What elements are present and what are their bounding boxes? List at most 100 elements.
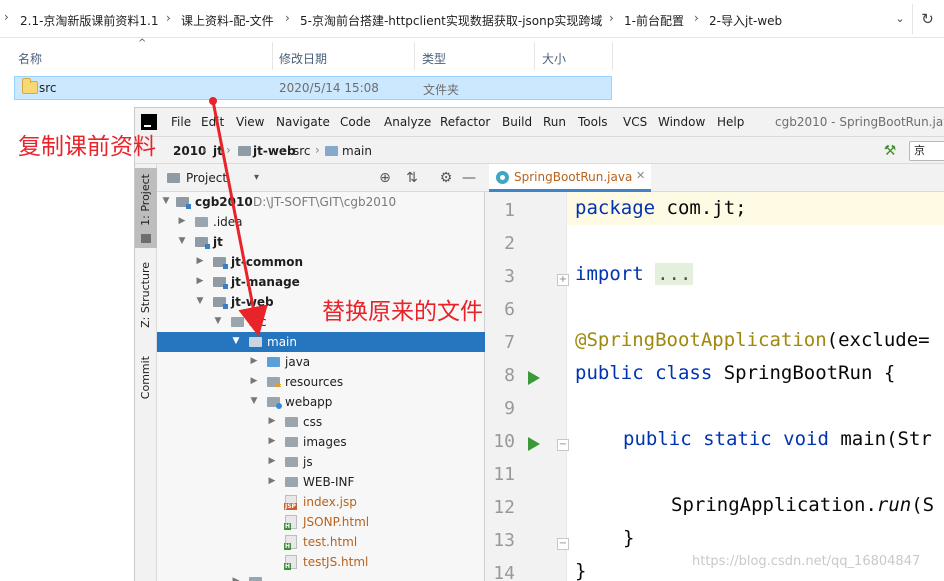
chevron-right-icon: › (280, 143, 285, 157)
tree-item-images[interactable]: ▶ images (157, 432, 485, 452)
refresh-icon[interactable]: ↻ (912, 4, 942, 34)
menu-analyze[interactable]: Analyze (384, 115, 431, 129)
breadcrumb-item[interactable]: 5-京淘前台搭建-httpclient实现数据获取-jsonp实现跨域 (300, 12, 602, 29)
code-area[interactable]: package com.jt; import ... @SpringBootAp… (567, 192, 944, 581)
expand-arrow-icon[interactable]: ▼ (177, 236, 187, 246)
breadcrumb-item[interactable]: 1-前台配置 (624, 12, 684, 29)
column-header-type[interactable]: 类型 (422, 50, 446, 67)
expand-arrow-icon[interactable]: ▼ (213, 316, 223, 326)
structure-tool-button[interactable]: Z: Structure (135, 254, 157, 342)
menu-code[interactable]: Code (340, 115, 371, 129)
file-row-src[interactable]: src 2020/5/14 15:08 文件夹 (14, 76, 612, 100)
breadcrumb-item[interactable]: 2-导入jt-web (709, 12, 782, 29)
column-divider[interactable] (414, 42, 415, 70)
collapse-arrow-icon[interactable]: ▶ (267, 456, 277, 466)
tree-item-java[interactable]: ▶ java (157, 352, 485, 372)
line-number: 1 (504, 200, 515, 221)
chevron-right-icon[interactable]: › (4, 10, 9, 24)
close-icon[interactable]: ✕ (636, 169, 645, 182)
tree-item-idea[interactable]: ▶ .idea (157, 212, 485, 232)
collapse-arrow-icon[interactable]: ▶ (231, 576, 241, 581)
tree-item-label: java (285, 355, 311, 369)
chevron-right-icon[interactable]: › (694, 11, 699, 25)
tree-item-partial[interactable]: ▶ (157, 572, 485, 581)
collapse-arrow-icon[interactable]: ▶ (177, 216, 187, 226)
address-bar[interactable]: › 2.1-京淘新版课前资料1.1 › 课上资料-配-文件 › 5-京淘前台搭建… (0, 0, 944, 38)
menu-build[interactable]: Build (502, 115, 532, 129)
tree-item-jt[interactable]: ▼ jt (157, 232, 485, 252)
breadcrumb-item[interactable]: 课上资料-配-文件 (181, 12, 274, 29)
menu-edit[interactable]: Edit (201, 115, 224, 129)
run-gutter-icon[interactable] (528, 371, 540, 385)
run-configuration-select[interactable]: 京 (909, 141, 944, 161)
run-gutter-icon[interactable] (528, 437, 540, 451)
collapse-all-icon[interactable]: ⇅ (403, 169, 421, 187)
chevron-down-icon[interactable]: ▾ (254, 172, 259, 183)
folded-imports[interactable]: ... (655, 263, 694, 285)
column-header-name[interactable]: 名称 (18, 50, 42, 67)
tree-item-jt-common[interactable]: ▶ jt-common (157, 252, 485, 272)
tree-item-resources[interactable]: ▶ resources (157, 372, 485, 392)
column-header-size[interactable]: 大小 (542, 50, 566, 67)
locate-crosshair-icon[interactable]: ⊕ (376, 169, 394, 187)
menu-window[interactable]: Window (658, 115, 705, 129)
collapse-arrow-icon[interactable]: ▶ (249, 356, 259, 366)
column-header-modified[interactable]: 修改日期 (279, 50, 327, 67)
resources-folder-icon (267, 377, 281, 388)
collapse-arrow-icon[interactable]: ▶ (267, 436, 277, 446)
project-view-selector[interactable]: Project (186, 171, 227, 185)
editor-gutter[interactable]: 1 2 3 6 7 8 9 10 11 12 13 14 + − − (485, 192, 569, 581)
collapse-arrow-icon[interactable]: ▶ (267, 416, 277, 426)
tree-item-test-html[interactable]: H test.html (157, 532, 485, 552)
collapse-arrow-icon[interactable]: ▶ (195, 256, 205, 266)
build-hammer-icon[interactable]: ⚒ (881, 142, 899, 160)
menu-view[interactable]: View (236, 115, 264, 129)
editor-tab[interactable]: SpringBootRun.java ✕ (489, 164, 651, 192)
tree-item-testjs-html[interactable]: H testJS.html (157, 552, 485, 572)
project-view-icon (167, 173, 180, 183)
column-divider[interactable] (612, 42, 613, 70)
menu-file[interactable]: File (171, 115, 191, 129)
tree-item-main[interactable]: ▼ main (157, 332, 485, 352)
line-number: 9 (504, 398, 515, 419)
expand-arrow-icon[interactable]: ▼ (249, 396, 259, 406)
commit-tool-button[interactable]: Commit (135, 352, 157, 422)
menu-run[interactable]: Run (543, 115, 566, 129)
minimize-icon[interactable]: — (460, 169, 478, 187)
gear-icon[interactable]: ⚙ (437, 169, 455, 187)
nav-crumb-jt-web[interactable]: jt-web (253, 144, 296, 158)
expand-arrow-icon[interactable]: ▼ (195, 296, 205, 306)
column-divider[interactable] (534, 42, 535, 70)
tree-item-cgb2010[interactable]: ▼ cgb2010 D:\JT-SOFT\GIT\cgb2010 (157, 192, 485, 212)
project-tool-button[interactable]: 1: Project (135, 168, 157, 248)
tree-item-jt-manage[interactable]: ▶ jt-manage (157, 272, 485, 292)
collapse-arrow-icon[interactable]: ▶ (267, 476, 277, 486)
tree-item-index-jsp[interactable]: JSP index.jsp (157, 492, 485, 512)
expand-arrow-icon[interactable]: ▼ (231, 336, 241, 346)
tree-item-webapp[interactable]: ▼ webapp (157, 392, 485, 412)
code-editor[interactable]: SpringBootRun.java ✕ 1 2 3 6 7 8 9 10 11… (485, 164, 944, 581)
chevron-down-icon[interactable]: ⌄ (892, 10, 908, 28)
nav-crumb-jt[interactable]: jt (213, 144, 223, 158)
breadcrumb-item[interactable]: 2.1-京淘新版课前资料1.1 (20, 12, 159, 29)
tree-item-jsonp-html[interactable]: H JSONP.html (157, 512, 485, 532)
web-folder-icon (267, 397, 282, 409)
tree-item-css[interactable]: ▶ css (157, 412, 485, 432)
chevron-right-icon[interactable]: › (285, 11, 290, 25)
tree-item-web-inf[interactable]: ▶ WEB-INF (157, 472, 485, 492)
collapse-arrow-icon[interactable]: ▶ (195, 276, 205, 286)
menu-vcs[interactable]: VCS (623, 115, 647, 129)
expand-arrow-icon[interactable]: ▼ (161, 196, 171, 206)
commit-tool-label: Commit (139, 356, 152, 400)
collapse-arrow-icon[interactable]: ▶ (249, 376, 259, 386)
menu-tools[interactable]: Tools (578, 115, 608, 129)
column-divider[interactable] (272, 42, 273, 70)
chevron-right-icon[interactable]: › (609, 11, 614, 25)
chevron-right-icon[interactable]: › (166, 11, 171, 25)
tree-item-js[interactable]: ▶ js (157, 452, 485, 472)
nav-crumb-main[interactable]: main (342, 144, 372, 158)
menu-help[interactable]: Help (717, 115, 744, 129)
menu-refactor[interactable]: Refactor (440, 115, 490, 129)
menu-navigate[interactable]: Navigate (276, 115, 330, 129)
nav-crumb-src[interactable]: src (293, 144, 311, 158)
